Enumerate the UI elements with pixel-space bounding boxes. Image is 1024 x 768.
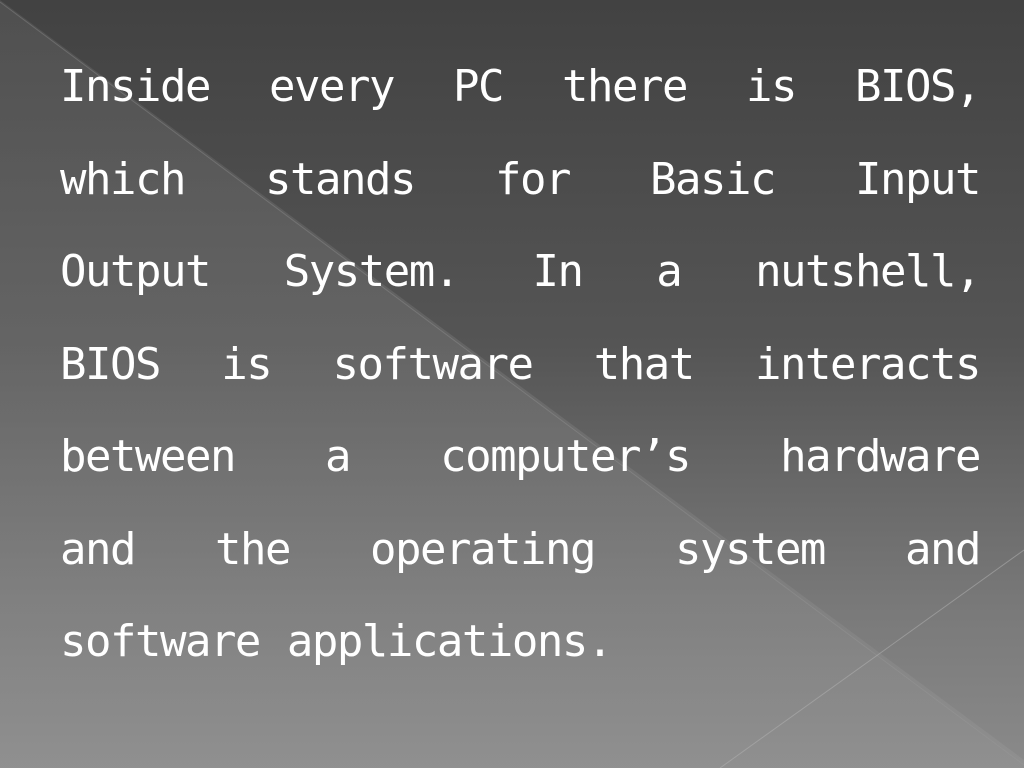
word: BIOS,: [854, 61, 981, 112]
word: stands: [265, 153, 416, 205]
word: hardware: [780, 431, 981, 482]
word: nutshell,: [755, 246, 981, 297]
word: software: [332, 338, 534, 390]
word: is: [745, 61, 797, 112]
word: applications.: [286, 616, 613, 667]
word: the: [215, 523, 291, 575]
text-line: BIOS is software that interacts: [60, 330, 981, 423]
word: System.: [283, 246, 460, 297]
word: system: [674, 523, 826, 575]
word: Basic: [650, 153, 776, 205]
text-line: which stands for Basic Input: [60, 145, 981, 238]
word: Input: [855, 153, 981, 205]
word: for: [495, 153, 571, 205]
word: that: [593, 338, 695, 390]
word: and: [904, 523, 981, 575]
word: computer’s: [440, 431, 691, 482]
word: BIOS: [60, 338, 161, 390]
word: software: [60, 616, 261, 667]
word: PC: [452, 61, 504, 112]
text-line: Inside every PC there is BIOS,: [60, 52, 981, 145]
word: is: [221, 338, 272, 390]
word: which: [60, 153, 186, 205]
text-line: Output System. In a nutshell,: [60, 237, 981, 330]
slide-body-text: Inside every PC there is BIOS, which stands for B…: [60, 52, 981, 700]
word: between: [60, 431, 236, 482]
text-line: and the operating system and: [60, 515, 981, 608]
word: Output: [60, 246, 211, 297]
text-line: between a computer’s hardware: [60, 422, 981, 515]
word: Inside: [60, 61, 211, 112]
word: and: [60, 523, 136, 575]
word: a: [656, 246, 683, 297]
text-line: software applications.: [60, 607, 980, 700]
word: interacts: [755, 338, 981, 390]
word: In: [532, 246, 583, 297]
word: operating: [370, 523, 596, 575]
word: every: [268, 61, 395, 112]
word: there: [561, 61, 688, 112]
word: a: [325, 431, 352, 482]
